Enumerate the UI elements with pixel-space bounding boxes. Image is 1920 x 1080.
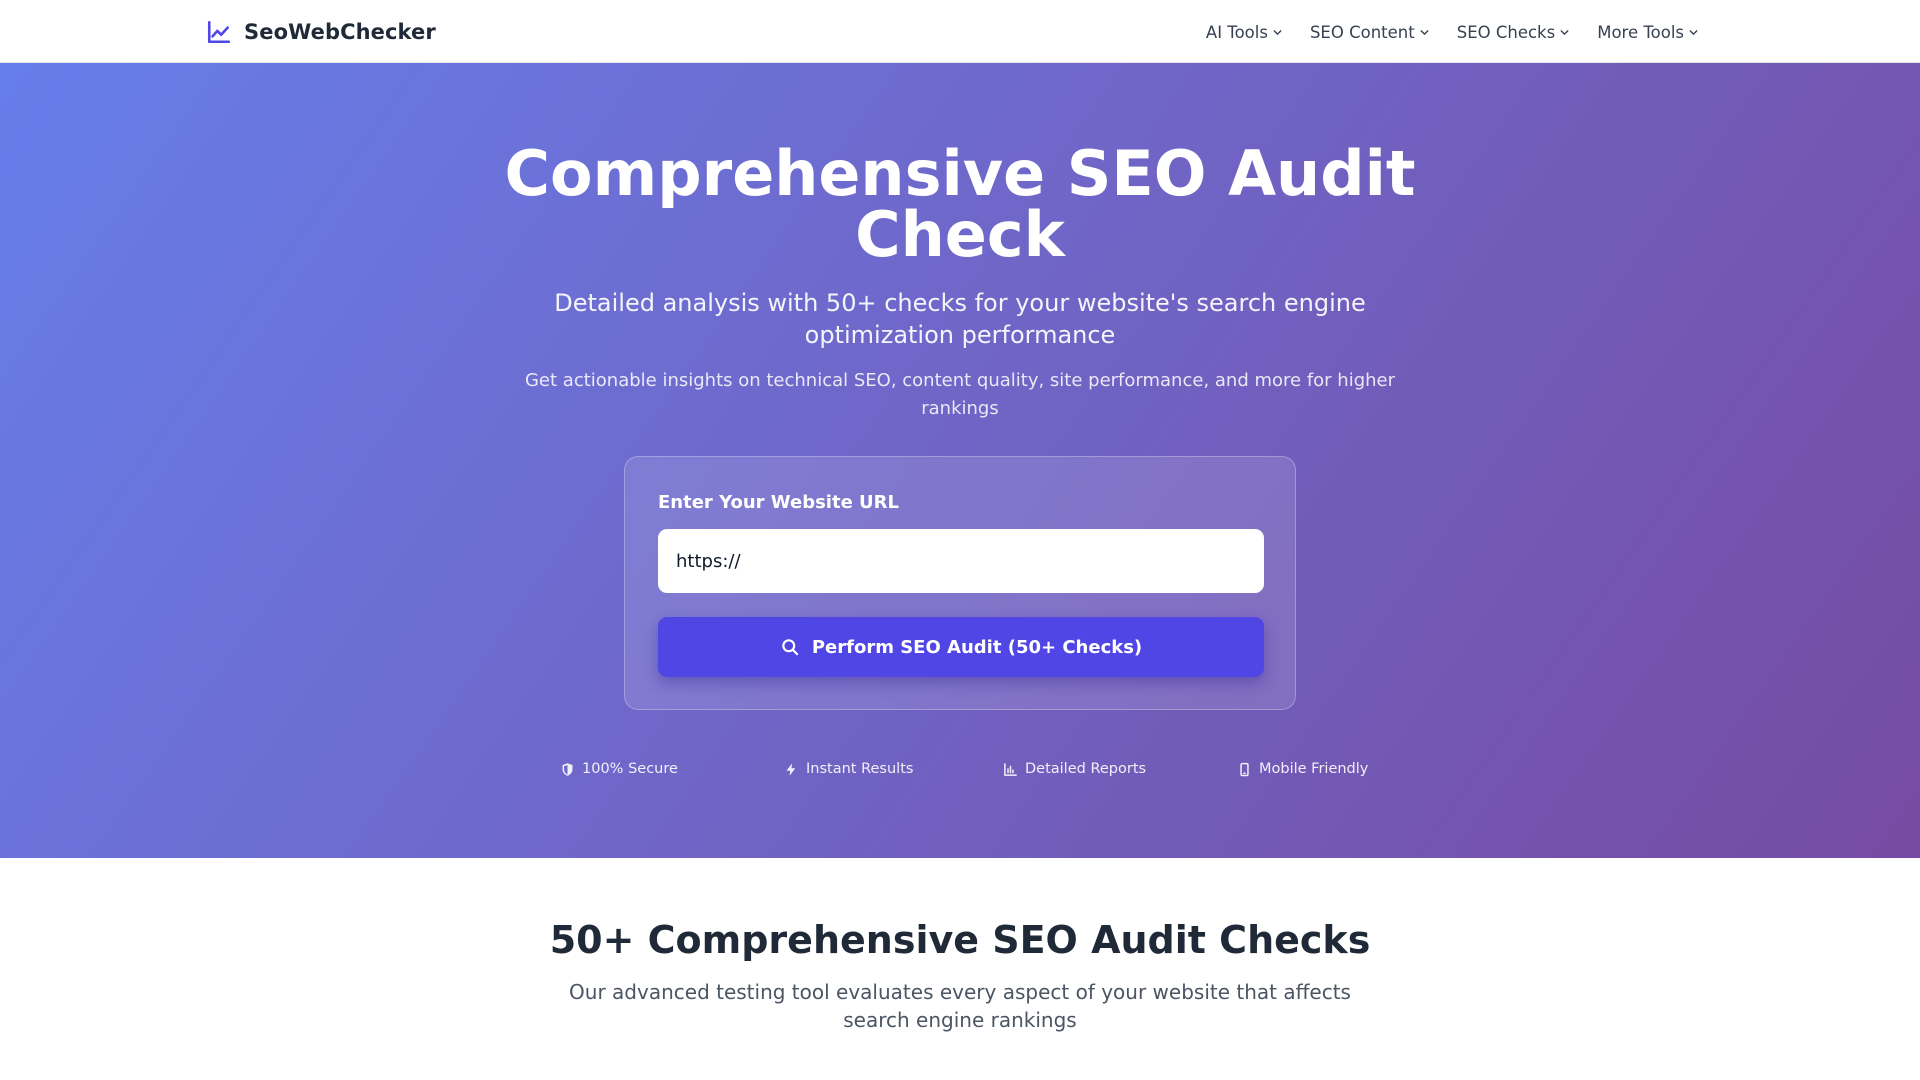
search-icon	[782, 639, 799, 656]
bolt-icon	[786, 762, 796, 776]
main-nav: AI Tools SEO Content SEO Checks More Too…	[1206, 19, 1700, 45]
brand-logo[interactable]: SeoWebChecker	[206, 17, 436, 47]
chevron-down-icon	[1420, 29, 1429, 35]
feature-reports: Detailed Reports	[1003, 757, 1146, 781]
chevron-down-icon	[1273, 29, 1282, 35]
feature-list: 100% Secure Instant Results Detailed Rep…	[0, 757, 1920, 781]
hero-subtitle: Detailed analysis with 50+ checks for yo…	[554, 289, 1366, 349]
chart-icon	[1004, 762, 1017, 776]
nav-seo-content[interactable]: SEO Content	[1310, 23, 1431, 42]
url-input[interactable]	[658, 529, 1264, 593]
nav-label: More Tools	[1597, 22, 1684, 42]
section-subtitle: Our advanced testing tool evaluates ever…	[569, 980, 1351, 1032]
feature-label: 100% Secure	[582, 761, 678, 777]
nav-label: SEO Content	[1309, 22, 1415, 42]
feature-mobile: Mobile Friendly	[1237, 757, 1368, 781]
feature-label: Instant Results	[806, 761, 914, 777]
brand-name: SeoWebChecker	[244, 20, 436, 44]
hero-section: Comprehensive SEO Audit Check Detailed a…	[0, 63, 1920, 858]
section-title: 50+ Comprehensive SEO Audit Checks	[549, 918, 1371, 962]
chevron-down-icon	[1560, 29, 1569, 35]
chevron-down-icon	[1689, 29, 1698, 35]
perform-audit-label: Perform SEO Audit (50+ Checks)	[811, 636, 1143, 658]
mobile-icon	[1240, 762, 1249, 776]
url-form-card: Enter Your Website URL Perform SEO Audit…	[624, 456, 1296, 710]
nav-ai-tools[interactable]: AI Tools	[1206, 23, 1284, 42]
feature-label: Mobile Friendly	[1259, 761, 1369, 777]
nav-more-tools[interactable]: More Tools	[1597, 23, 1700, 42]
nav-seo-checks[interactable]: SEO Checks	[1457, 23, 1571, 42]
line-chart-icon	[207, 20, 231, 44]
nav-label: SEO Checks	[1456, 22, 1556, 42]
url-input-label: Enter Your Website URL	[658, 492, 899, 513]
feature-label: Detailed Reports	[1025, 761, 1147, 777]
hero-description: Get actionable insights on technical SEO…	[524, 370, 1396, 419]
top-header: SeoWebChecker AI Tools SEO Content SEO C…	[0, 0, 1920, 63]
feature-secure: 100% Secure	[560, 757, 678, 781]
feature-instant: Instant Results	[784, 757, 913, 781]
nav-label: AI Tools	[1205, 22, 1268, 42]
hero-title: Comprehensive SEO Audit Check	[504, 137, 1416, 271]
shield-icon	[562, 762, 573, 776]
perform-audit-button[interactable]: Perform SEO Audit (50+ Checks)	[658, 617, 1264, 677]
